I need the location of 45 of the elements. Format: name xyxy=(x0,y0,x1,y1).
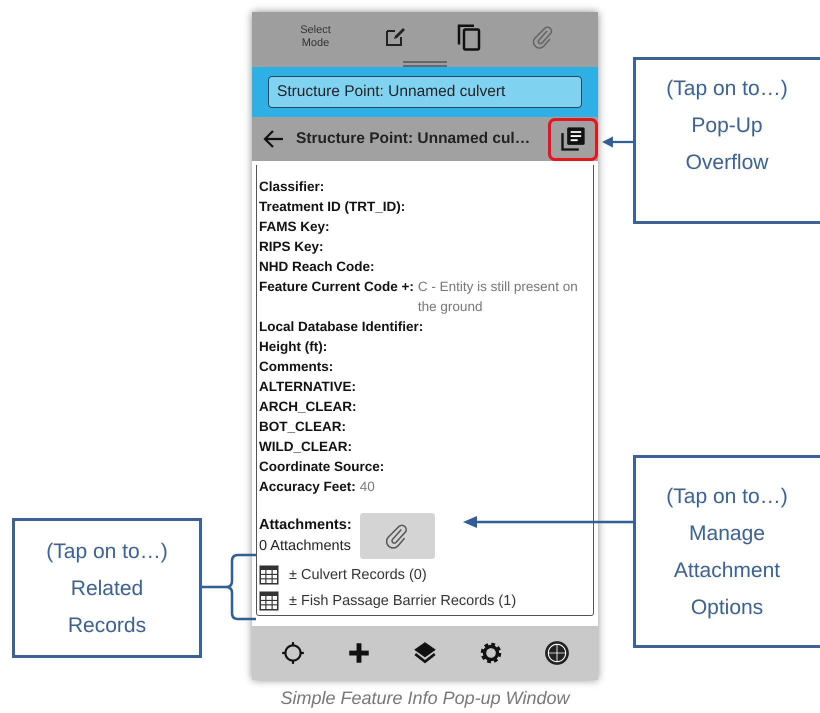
globe-logo-icon[interactable] xyxy=(544,640,570,666)
select-mode-button[interactable]: Select Mode xyxy=(296,24,336,51)
attachment-button[interactable] xyxy=(360,513,435,560)
paperclip-icon[interactable] xyxy=(530,25,554,50)
callout-text: Options xyxy=(690,594,764,620)
figure-caption: Simple Feature Info Pop-up Window xyxy=(280,688,572,709)
field-label: NHD Reach Code: xyxy=(259,258,375,276)
field-label: ARCH_CLEAR: xyxy=(259,398,356,416)
field-label: Coordinate Source: xyxy=(259,458,384,476)
overflow-button[interactable] xyxy=(548,118,598,161)
related-records-link[interactable]: ± Fish Passage Barrier Records (1) xyxy=(289,593,516,610)
field-label: Comments: xyxy=(259,358,334,376)
field-label: Height (ft): xyxy=(259,338,328,356)
callout-text: Attachment xyxy=(674,558,780,584)
field-label: Local Database Identifier: xyxy=(259,318,424,336)
field-label: Classifier: xyxy=(259,178,324,196)
table-icon[interactable] xyxy=(259,591,279,612)
stacked-pages-icon xyxy=(559,125,587,154)
table-icon[interactable] xyxy=(259,565,279,586)
field-value: C - Entity is still present on the ground xyxy=(418,278,579,316)
attachments-count: 0 Attachments xyxy=(259,537,352,556)
callout-text: Related xyxy=(70,576,144,602)
callout-text: Manage xyxy=(689,520,765,546)
field-value: 40 xyxy=(360,478,375,496)
callout-text: (Tap on to…) xyxy=(666,76,788,102)
field-label: FAMS Key: xyxy=(259,218,330,236)
field-label: RIPS Key: xyxy=(259,238,324,256)
drag-handle-icon[interactable] xyxy=(403,60,447,67)
field-label: ALTERNATIVE: xyxy=(259,378,356,396)
field-label: Feature Current Code +: xyxy=(259,278,414,296)
callout-text: (Tap on to…) xyxy=(46,538,168,564)
callout-text: (Tap on to…) xyxy=(666,484,788,510)
related-records-link[interactable]: ± Culvert Records (0) xyxy=(289,567,427,584)
callout-text: Records xyxy=(68,612,146,638)
field-label: Treatment ID (TRT_ID): xyxy=(259,198,406,216)
crosshair-icon[interactable] xyxy=(280,640,306,666)
feature-name-field[interactable]: Structure Point: Unnamed culvert xyxy=(268,76,582,108)
callout-text: Overflow xyxy=(686,150,768,176)
popup-title: Structure Point: Unnamed cul… xyxy=(296,130,532,148)
field-label: Accuracy Feet: xyxy=(259,478,356,496)
attachments-label: Attachments: xyxy=(259,516,352,536)
field-label: BOT_CLEAR: xyxy=(259,418,346,436)
settings-icon[interactable] xyxy=(478,640,504,666)
field-label: WILD_CLEAR: xyxy=(259,438,352,456)
callout-text: Pop-Up xyxy=(691,113,763,139)
